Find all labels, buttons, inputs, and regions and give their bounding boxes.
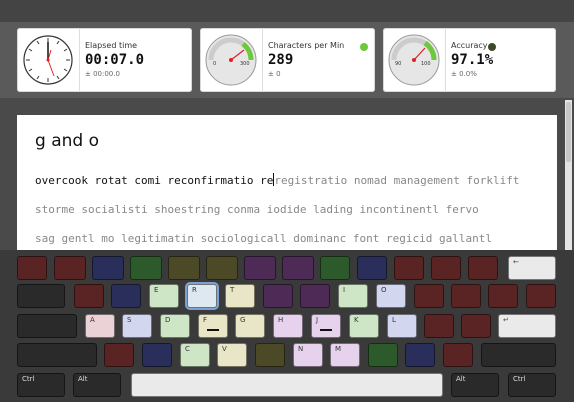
key-bracket-left[interactable] xyxy=(451,284,481,308)
key-0[interactable] xyxy=(394,256,424,280)
key-ctrl-left[interactable]: Ctrl xyxy=(17,373,65,397)
key-shift-right[interactable] xyxy=(481,343,556,367)
text-line-3: sag gentl mo legitimatin sociologicall d… xyxy=(35,232,492,245)
accuracy-gauge-max: 100 xyxy=(421,61,431,67)
key-v[interactable]: V xyxy=(217,343,247,367)
elapsed-time-delta: ± 00:00.0 xyxy=(85,70,120,78)
home-key-marker xyxy=(207,329,219,331)
key-w[interactable] xyxy=(111,284,141,308)
key-2[interactable] xyxy=(92,256,124,280)
text-line-2: storme socialisti shoestring conma iodid… xyxy=(35,203,479,216)
key-d[interactable]: D xyxy=(160,314,190,338)
cpm-label: Characters per Min xyxy=(268,41,345,50)
elapsed-time-label: Elapsed time xyxy=(85,41,138,50)
key-backslash[interactable] xyxy=(526,284,556,308)
key-n[interactable]: N xyxy=(293,343,323,367)
key-j[interactable]: J xyxy=(311,314,341,338)
key-g[interactable]: G xyxy=(235,314,265,338)
key-i[interactable]: I xyxy=(338,284,368,308)
accuracy-status-dot xyxy=(488,43,496,51)
accuracy-label: Accuracy xyxy=(451,41,488,50)
backspace-icon: ← xyxy=(513,258,519,266)
key-enter[interactable]: ↵ xyxy=(498,314,556,338)
cpm-card: 0 300 Characters per Min 289 ± 0 xyxy=(200,28,375,92)
key-m[interactable]: M xyxy=(330,343,360,367)
key-f[interactable]: F xyxy=(198,314,228,338)
key-4[interactable] xyxy=(168,256,200,280)
typing-text-panel[interactable]: g and o overcook rotat comi reconfirmati… xyxy=(17,115,557,251)
key-8[interactable] xyxy=(320,256,350,280)
key-7[interactable] xyxy=(282,256,314,280)
key-backtick[interactable] xyxy=(17,256,47,280)
window-top-bar xyxy=(0,0,574,22)
cpm-gauge-icon: 0 300 xyxy=(200,28,263,92)
key-space[interactable] xyxy=(131,373,443,397)
accuracy-gauge-min: 90 xyxy=(395,61,401,67)
key-o[interactable]: O xyxy=(376,284,406,308)
scrollbar[interactable] xyxy=(565,100,572,250)
key-e[interactable]: E xyxy=(149,284,179,308)
key-bracket-right[interactable] xyxy=(488,284,518,308)
cpm-gauge-max: 300 xyxy=(240,61,250,67)
current-word: g and o xyxy=(35,131,99,151)
home-key-marker xyxy=(320,329,332,331)
key-9[interactable] xyxy=(357,256,387,280)
key-p[interactable] xyxy=(414,284,444,308)
key-c[interactable]: C xyxy=(180,343,210,367)
key-equals[interactable] xyxy=(468,256,498,280)
stats-bar: Elapsed time 00:07.0 ± 00:00.0 0 300 Cha… xyxy=(0,22,574,98)
key-s[interactable]: S xyxy=(122,314,152,338)
key-quote[interactable] xyxy=(461,314,491,338)
key-minus[interactable] xyxy=(431,256,461,280)
cpm-delta: ± 0 xyxy=(268,70,281,78)
key-3[interactable] xyxy=(130,256,162,280)
accuracy-value: 97.1% xyxy=(451,52,494,68)
key-alt-right[interactable]: Alt xyxy=(451,373,499,397)
cpm-value: 289 xyxy=(268,52,294,68)
accuracy-card: 90 100 Accuracy 97.1% ± 0.0% xyxy=(383,28,556,92)
key-z[interactable] xyxy=(104,343,134,367)
key-l[interactable]: L xyxy=(387,314,417,338)
key-q[interactable] xyxy=(74,284,104,308)
cpm-gauge-min: 0 xyxy=(213,61,216,67)
key-ctrl-right[interactable]: Ctrl xyxy=(508,373,556,397)
accuracy-delta: ± 0.0% xyxy=(451,70,477,78)
key-6[interactable] xyxy=(244,256,276,280)
key-y[interactable] xyxy=(263,284,293,308)
cpm-status-dot xyxy=(360,43,368,51)
key-semicolon[interactable] xyxy=(424,314,454,338)
key-backspace[interactable]: ← xyxy=(508,256,556,280)
key-x[interactable] xyxy=(142,343,172,367)
enter-icon: ↵ xyxy=(503,316,509,324)
elapsed-time-value: 00:07.0 xyxy=(85,52,145,68)
key-a[interactable]: A xyxy=(85,314,115,338)
typed-text: overcook rotat comi reconfirmatio re xyxy=(35,174,274,187)
clock-icon xyxy=(17,28,80,92)
key-comma[interactable] xyxy=(368,343,398,367)
key-capslock[interactable] xyxy=(17,314,77,338)
virtual-keyboard: ← E R T I O A S D F G H J K L ↵ C V N M … xyxy=(0,250,574,402)
key-tab[interactable] xyxy=(17,284,65,308)
key-period[interactable] xyxy=(405,343,435,367)
remaining-text: registratio nomad management forklift xyxy=(274,174,520,187)
key-u[interactable] xyxy=(300,284,330,308)
key-k[interactable]: K xyxy=(349,314,379,338)
key-h[interactable]: H xyxy=(273,314,303,338)
key-t[interactable]: T xyxy=(225,284,255,308)
key-slash[interactable] xyxy=(443,343,473,367)
key-b[interactable] xyxy=(255,343,285,367)
key-shift-left[interactable] xyxy=(17,343,97,367)
accuracy-gauge-icon: 90 100 xyxy=(383,28,446,92)
key-5[interactable] xyxy=(206,256,238,280)
key-alt-left[interactable]: Alt xyxy=(73,373,121,397)
scrollbar-thumb[interactable] xyxy=(566,102,571,162)
elapsed-time-card: Elapsed time 00:07.0 ± 00:00.0 xyxy=(17,28,192,92)
key-1[interactable] xyxy=(54,256,86,280)
key-r[interactable]: R xyxy=(187,284,217,308)
text-line-1: overcook rotat comi reconfirmatio reregi… xyxy=(35,173,519,187)
